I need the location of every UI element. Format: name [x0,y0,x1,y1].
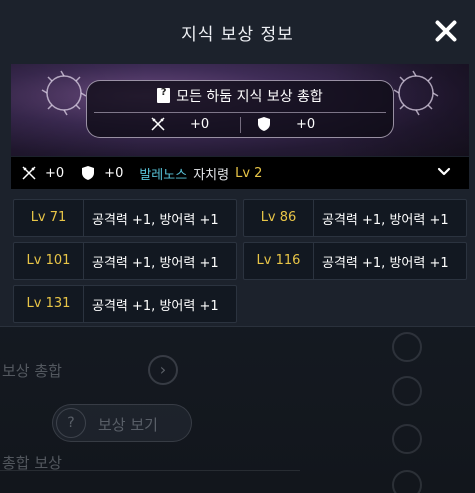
reward-level: Lv 116 [244,243,314,279]
thorn-ornament-right [393,70,439,116]
banner-heading-text: 모든 하둠 지식 보상 총합 [176,89,323,105]
region-summary-bar[interactable]: +0 +0 발레노스 자치령 Lv 2 [11,157,469,189]
bg-label-total: 보상 총합 [2,362,62,380]
region-attack-value: +0 [45,165,65,181]
chevron-down-icon[interactable] [437,165,451,179]
sword-icon [151,117,165,131]
bg-circle [392,424,422,454]
reward-level: Lv 131 [14,286,84,322]
modal-title: 지식 보상 정보 [181,25,294,45]
reward-card: Lv 131 공격력 +1, 방어력 +1 [13,285,237,323]
banner-defense-value: +0 [296,116,316,132]
modal-header: 지식 보상 정보 [0,0,475,62]
total-reward-banner: 모든 하둠 지식 보상 총합 +0 +0 [11,64,469,156]
reward-description: 공격력 +1, 방어력 +1 [322,255,449,271]
banner-attack-value: +0 [190,116,210,132]
shield-icon [82,166,95,180]
sword-icon [22,166,36,180]
book-icon [157,87,171,103]
reward-level: Lv 86 [244,200,314,236]
region-attack-stat: +0 [21,165,64,181]
banner-heading: 모든 하둠 지식 보상 총합 [86,86,394,106]
shield-icon [258,117,270,131]
reward-card: Lv 101 공격력 +1, 방어력 +1 [13,242,237,280]
banner-plaque: 모든 하둠 지식 보상 총합 +0 +0 [86,80,394,138]
bg-help-icon: ? [56,408,86,438]
close-icon[interactable] [433,18,459,44]
reward-description: 공격력 +1, 방어력 +1 [322,212,449,228]
region-defense-stat: +0 [80,165,123,181]
knowledge-reward-modal: 지식 보상 정보 모든 하둠 지식 보상 총합 +0 [0,0,475,327]
banner-defense-stat: +0 [256,116,315,132]
region-defense-value: +0 [104,165,124,181]
reward-level: Lv 71 [14,200,84,236]
bg-circle [392,470,422,493]
reward-card: Lv 116 공격력 +1, 방어력 +1 [243,242,467,280]
bg-reward-view-label: 보상 보기 [98,416,158,434]
bg-arrow-icon: › [148,355,178,385]
reward-card: Lv 86 공격력 +1, 방어력 +1 [243,199,467,237]
reward-card: Lv 71 공격력 +1, 방어력 +1 [13,199,237,237]
bg-circle [392,332,422,362]
banner-attack-stat: +0 [150,116,209,132]
reward-description: 공격력 +1, 방어력 +1 [92,212,219,228]
reward-description: 공격력 +1, 방어력 +1 [92,255,219,271]
region-name: 발레노스 [139,167,188,183]
thorn-ornament-left [41,70,87,116]
region-level: Lv 2 [235,165,263,181]
plaque-divider [94,112,386,113]
region-title: 자치령 [193,167,230,183]
stat-separator [240,117,241,133]
reward-level: Lv 101 [14,243,84,279]
bg-divider [0,470,300,471]
reward-description: 공격력 +1, 방어력 +1 [92,298,219,314]
bg-circle [392,376,422,406]
